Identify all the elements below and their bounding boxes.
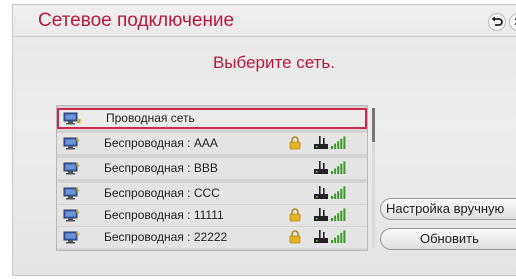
network-row-wireless[interactable]: Беспроводная : CCC: [57, 183, 367, 204]
instruction-text: Выберите сеть.: [212, 53, 336, 72]
lock-icon: [289, 230, 301, 244]
signal-strength-icon: [331, 186, 347, 199]
signal-strength-icon: [331, 208, 347, 221]
router-icon: [313, 135, 329, 150]
router-icon: [313, 185, 329, 200]
network-label: Проводная сеть: [106, 111, 195, 125]
network-label: Беспроводная : BBB: [104, 161, 218, 175]
wireless-network-icon: [63, 161, 81, 175]
network-row-wired[interactable]: Проводная сеть: [57, 108, 367, 129]
wired-network-icon: [63, 111, 81, 125]
network-label: Беспроводная : CCC: [104, 186, 220, 200]
signal-strength-icon: [331, 136, 347, 149]
header-controls: ✕: [488, 13, 516, 31]
close-icon[interactable]: ✕: [509, 13, 516, 31]
lock-icon: [289, 208, 301, 222]
refresh-button[interactable]: Обновить: [380, 228, 516, 250]
wireless-network-icon: [63, 230, 81, 244]
wireless-network-icon: [63, 186, 81, 200]
list-scrollbar[interactable]: [372, 108, 375, 248]
scrollbar-thumb[interactable]: [372, 108, 375, 142]
signal-strength-icon: [331, 230, 347, 243]
network-list: Проводная сеть Беспроводная : AAA Беспрово…: [56, 105, 368, 251]
network-row-wireless[interactable]: Беспроводная : 11111: [57, 205, 367, 226]
signal-strength-icon: [331, 161, 347, 174]
network-row-wireless[interactable]: Беспроводная : 22222: [57, 227, 367, 248]
wireless-network-icon: [63, 208, 81, 222]
lock-icon: [289, 136, 301, 150]
network-row-wireless[interactable]: Беспроводная : AAA: [57, 133, 367, 154]
page-title: Сетевое подключение: [38, 10, 235, 31]
router-icon: [313, 229, 329, 244]
network-label: Беспроводная : AAA: [104, 136, 218, 150]
network-settings-screen: Сетевое подключение ✕ Выберите сеть. Про…: [0, 0, 516, 279]
network-row-wireless[interactable]: Беспроводная : BBB: [57, 158, 367, 179]
wireless-network-icon: [63, 136, 81, 150]
back-icon[interactable]: [488, 13, 506, 31]
network-label: Беспроводная : 11111: [104, 208, 224, 222]
manual-setup-button[interactable]: Настройка вручную: [380, 198, 516, 220]
router-icon: [313, 207, 329, 222]
header-divider: [13, 36, 516, 37]
router-icon: [313, 160, 329, 175]
network-label: Беспроводная : 22222: [104, 230, 228, 244]
